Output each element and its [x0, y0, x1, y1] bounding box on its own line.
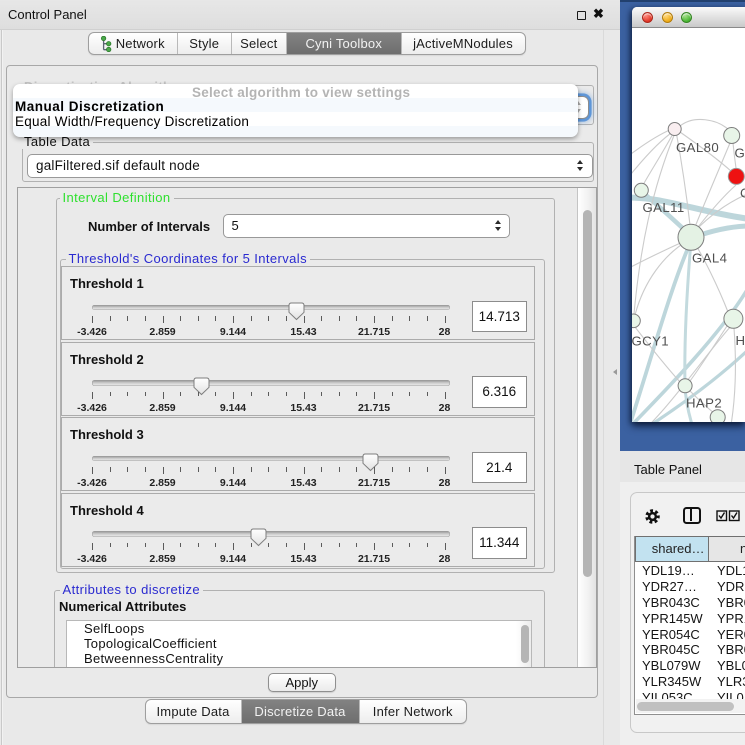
svg-text:C: C	[740, 185, 745, 200]
svg-text:GCY1: GCY1	[632, 333, 669, 348]
svg-text:GA: GA	[735, 145, 745, 160]
svg-text:GAL11: GAL11	[643, 200, 685, 215]
svg-text:GAL4: GAL4	[692, 250, 727, 265]
svg-text:GAL80: GAL80	[676, 140, 719, 155]
svg-text:H: H	[736, 333, 745, 348]
svg-text:HAP2: HAP2	[686, 395, 722, 410]
